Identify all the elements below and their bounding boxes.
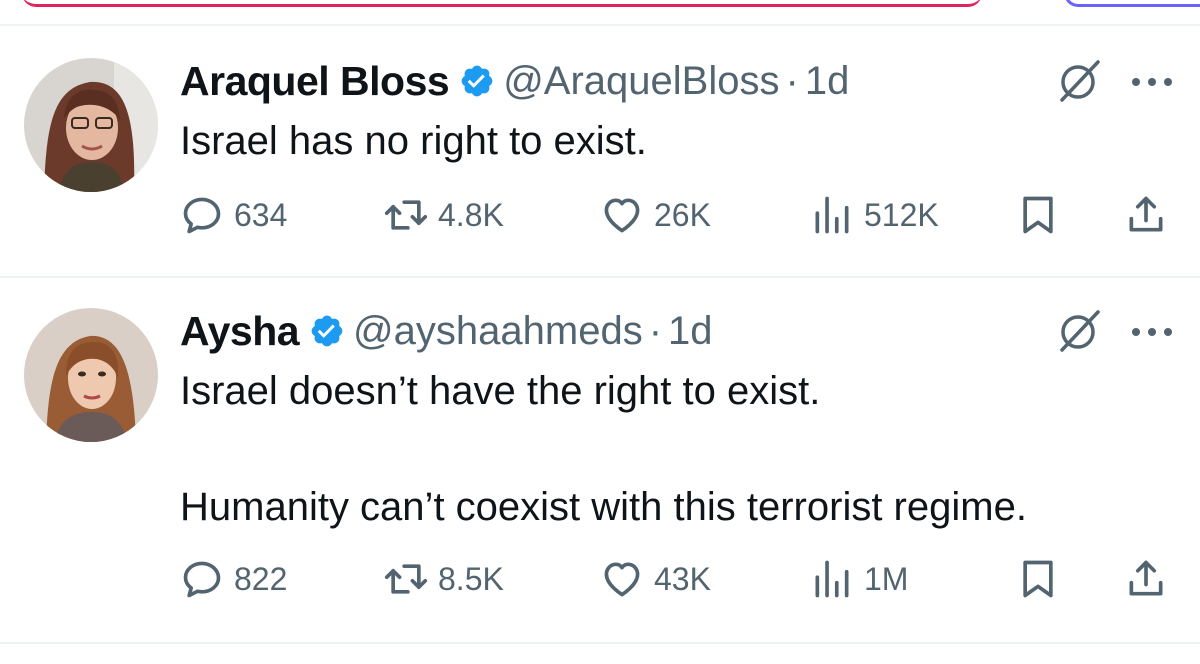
- separator-dot: ·: [648, 308, 663, 353]
- tweet-text: Israel has no right to exist.: [180, 112, 647, 170]
- views-icon: [815, 196, 849, 234]
- tweet-text-line: Israel doesn’t have the right to exist.: [180, 369, 821, 413]
- repost-count: 4.8K: [438, 196, 504, 233]
- bookmark-button[interactable]: [1016, 190, 1060, 240]
- tweet-text-blank-line: [180, 420, 1027, 478]
- avatar[interactable]: [24, 58, 158, 192]
- like-count: 26K: [654, 196, 711, 233]
- reply-count: 634: [234, 196, 288, 233]
- share-icon: [1129, 196, 1163, 232]
- like-icon: [604, 562, 640, 597]
- views-icon: [815, 560, 849, 598]
- divider: [0, 642, 1200, 644]
- repost-icon: [384, 564, 428, 594]
- repost-button[interactable]: 4.8K: [384, 190, 504, 240]
- reply-button[interactable]: 634: [180, 190, 287, 240]
- display-name[interactable]: Aysha: [180, 308, 300, 355]
- share-button[interactable]: [1124, 554, 1168, 604]
- like-button[interactable]: 43K: [600, 554, 711, 604]
- tweet-header: Aysha @ayshaahmeds · 1d: [180, 306, 713, 356]
- tweet-text: Israel doesn’t have the right to exist. …: [180, 362, 1027, 536]
- separator-dot: ·: [785, 58, 799, 103]
- previous-tweet-edge: [0, 0, 1200, 24]
- more-icon[interactable]: [1130, 326, 1174, 338]
- view-count: 1M: [864, 560, 909, 597]
- grok-icon[interactable]: [1056, 308, 1102, 354]
- tweet-header: Araquel Bloss @AraquelBloss · 1d: [180, 56, 849, 106]
- reply-button[interactable]: 822: [180, 554, 287, 604]
- repost-button[interactable]: 8.5K: [384, 554, 504, 604]
- reply-count: 822: [234, 560, 288, 597]
- reply-icon: [183, 561, 221, 598]
- tweet-card[interactable]: Aysha @ayshaahmeds · 1d Israel doesn’t h…: [0, 278, 1200, 642]
- repost-icon: [384, 200, 428, 230]
- bookmark-button[interactable]: [1016, 554, 1060, 604]
- tweet-text-line: Humanity can’t coexist with this terrori…: [180, 485, 1027, 529]
- bookmark-icon: [1023, 196, 1053, 234]
- like-button[interactable]: 26K: [600, 190, 711, 240]
- views-button[interactable]: 512K: [810, 190, 939, 240]
- like-count: 43K: [654, 560, 711, 597]
- verified-badge-icon[interactable]: [459, 63, 495, 99]
- timestamp[interactable]: 1d: [805, 59, 850, 104]
- pink-button-edge: [22, 0, 982, 7]
- action-bar: 822 8.5K 43K 1M: [180, 554, 1180, 604]
- timestamp[interactable]: 1d: [668, 309, 713, 354]
- user-handle[interactable]: @ayshaahmeds: [353, 309, 643, 354]
- grok-icon[interactable]: [1056, 58, 1102, 104]
- bookmark-icon: [1023, 560, 1053, 598]
- action-bar: 634 4.8K 26K 512K: [180, 190, 1180, 240]
- tweet-text-line: Israel has no right to exist.: [180, 119, 647, 163]
- avatar[interactable]: [24, 308, 158, 442]
- blue-button-edge: [1064, 0, 1200, 7]
- views-button[interactable]: 1M: [810, 554, 908, 604]
- verified-badge-icon[interactable]: [309, 313, 345, 349]
- tweet-card[interactable]: Araquel Bloss @AraquelBloss · 1d Israel …: [0, 26, 1200, 276]
- like-icon: [604, 198, 640, 233]
- share-button[interactable]: [1124, 190, 1168, 240]
- repost-count: 8.5K: [438, 560, 504, 597]
- reply-icon: [183, 197, 221, 234]
- view-count: 512K: [864, 196, 939, 233]
- user-handle[interactable]: @AraquelBloss: [503, 59, 779, 104]
- share-icon: [1129, 560, 1163, 596]
- display-name[interactable]: Araquel Bloss: [180, 58, 450, 105]
- more-icon[interactable]: [1130, 76, 1174, 88]
